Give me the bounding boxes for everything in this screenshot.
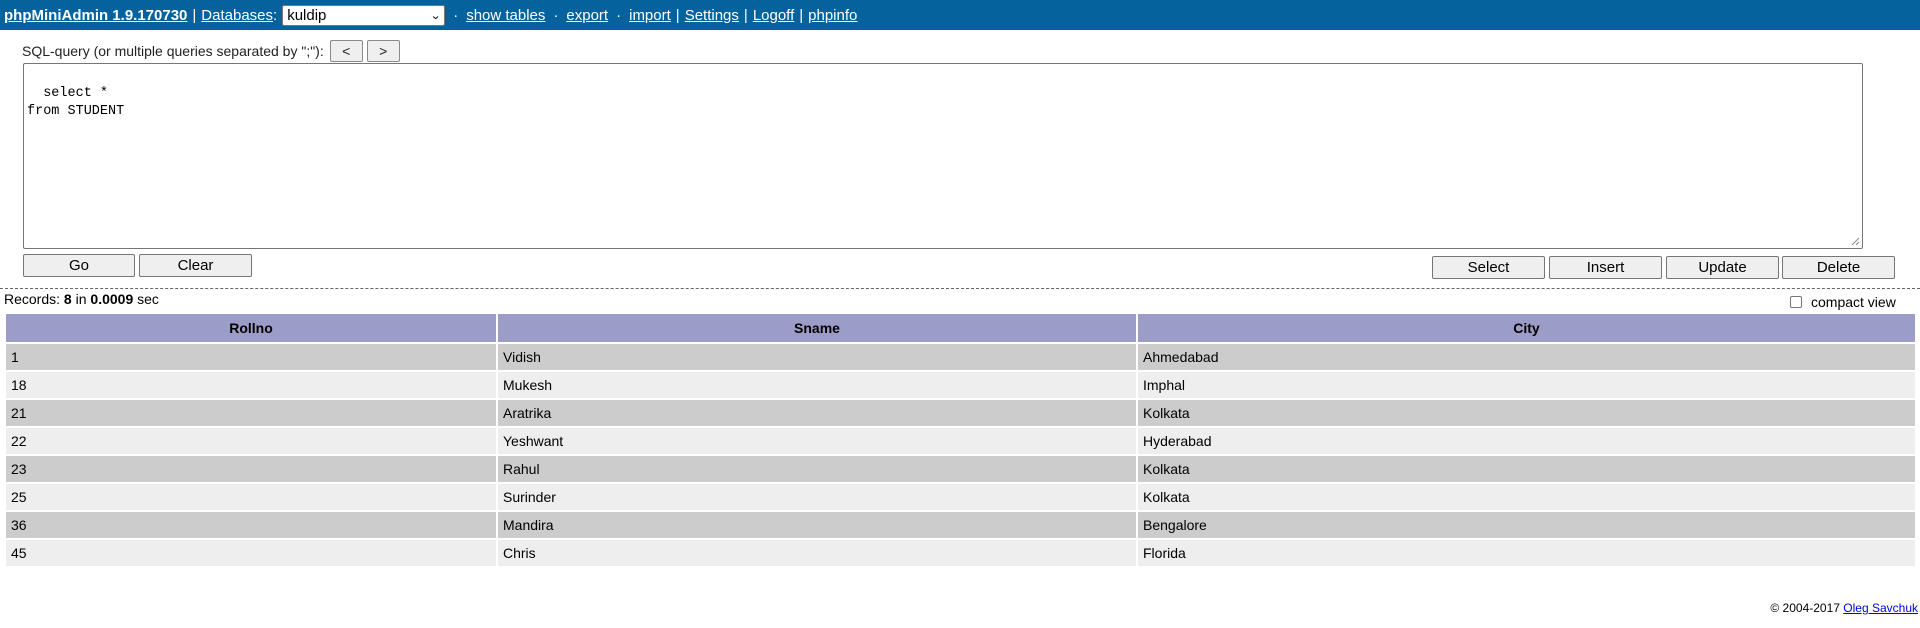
records-unit: sec xyxy=(137,291,159,307)
insert-button[interactable]: Insert xyxy=(1549,256,1662,279)
table-row: 22 Yeshwant Hyderabad xyxy=(6,428,1915,456)
cell-city: Hyderabad xyxy=(1138,428,1915,456)
column-header-city[interactable]: City xyxy=(1138,314,1915,344)
records-prefix: Records: xyxy=(4,291,61,307)
cell-city: Imphal xyxy=(1138,372,1915,400)
sql-query-bar: SQL-query (or multiple queries separated… xyxy=(22,40,400,62)
divider xyxy=(0,288,1920,289)
sql-query-label: SQL-query (or multiple queries separated… xyxy=(22,43,324,59)
cell-sname: Yeshwant xyxy=(498,428,1136,456)
update-button[interactable]: Update xyxy=(1666,256,1779,279)
separator: | xyxy=(192,6,197,24)
settings-link[interactable]: Settings xyxy=(685,7,739,24)
go-button[interactable]: Go xyxy=(23,254,135,277)
delete-button[interactable]: Delete xyxy=(1782,256,1895,279)
results-table: Rollno Sname City 1 Vidish Ahmedabad 18 … xyxy=(4,314,1917,568)
cell-rollno: 36 xyxy=(6,512,496,540)
select-button[interactable]: Select xyxy=(1432,256,1545,279)
database-select[interactable]: kuldip ⌄ xyxy=(282,4,446,26)
cell-rollno: 25 xyxy=(6,484,496,512)
logoff-link[interactable]: Logoff xyxy=(753,7,794,24)
cell-rollno: 45 xyxy=(6,540,496,568)
compact-view-checkbox[interactable] xyxy=(1790,296,1802,308)
brand-link[interactable]: phpMiniAdmin 1.9.170730 xyxy=(4,7,187,24)
separator: · xyxy=(553,6,559,24)
import-link[interactable]: import xyxy=(629,7,671,24)
cell-sname: Vidish xyxy=(498,344,1136,372)
copyright-text: © 2004-2017 xyxy=(1770,601,1840,615)
chevron-down-icon: ⌄ xyxy=(430,9,442,22)
next-query-button[interactable]: > xyxy=(366,40,400,62)
export-link[interactable]: export xyxy=(566,7,608,24)
cell-city: Kolkata xyxy=(1138,456,1915,484)
separator: | xyxy=(675,6,680,24)
column-header-rollno[interactable]: Rollno xyxy=(6,314,496,344)
top-nav-bar: phpMiniAdmin 1.9.170730 | Databases: kul… xyxy=(0,0,1920,30)
footer: © 2004-2017 Oleg Savchuk xyxy=(1770,601,1918,615)
cell-sname: Aratrika xyxy=(498,400,1136,428)
cell-rollno: 18 xyxy=(6,372,496,400)
author-link[interactable]: Oleg Savchuk xyxy=(1843,601,1918,615)
cell-city: Kolkata xyxy=(1138,484,1915,512)
clear-button[interactable]: Clear xyxy=(139,254,252,277)
table-row: 1 Vidish Ahmedabad xyxy=(6,344,1915,372)
separator: · xyxy=(616,6,622,24)
table-row: 45 Chris Florida xyxy=(6,540,1915,568)
cell-city: Florida xyxy=(1138,540,1915,568)
table-row: 25 Surinder Kolkata xyxy=(6,484,1915,512)
show-tables-link[interactable]: show tables xyxy=(466,7,545,24)
sql-query-textarea[interactable]: select * from STUDENT xyxy=(23,63,1863,249)
cell-city: Ahmedabad xyxy=(1138,344,1915,372)
records-summary: Records: 8 in 0.0009 sec xyxy=(4,291,159,307)
separator: | xyxy=(743,6,748,24)
resize-handle-icon[interactable] xyxy=(1850,236,1860,246)
cell-rollno: 1 xyxy=(6,344,496,372)
cell-rollno: 21 xyxy=(6,400,496,428)
previous-query-button[interactable]: < xyxy=(329,40,363,62)
cell-rollno: 22 xyxy=(6,428,496,456)
cell-rollno: 23 xyxy=(6,456,496,484)
records-time: 0.0009 xyxy=(90,291,134,307)
table-row: 18 Mukesh Imphal xyxy=(6,372,1915,400)
table-row: 36 Mandira Bengalore xyxy=(6,512,1915,540)
separator: | xyxy=(799,6,804,24)
table-row: 23 Rahul Kolkata xyxy=(6,456,1915,484)
cell-sname: Rahul xyxy=(498,456,1136,484)
compact-view-label: compact view xyxy=(1811,294,1896,310)
phpinfo-link[interactable]: phpinfo xyxy=(808,7,857,24)
records-count: 8 xyxy=(63,291,72,307)
table-row: 21 Aratrika Kolkata xyxy=(6,400,1915,428)
separator: · xyxy=(453,6,459,24)
cell-sname: Chris xyxy=(498,540,1136,568)
database-select-value: kuldip xyxy=(287,6,327,24)
cell-sname: Mukesh xyxy=(498,372,1136,400)
records-in: in xyxy=(75,291,87,307)
cell-sname: Surinder xyxy=(498,484,1136,512)
cell-sname: Mandira xyxy=(498,512,1136,540)
databases-link[interactable]: Databases xyxy=(201,7,273,24)
compact-view-toggle[interactable]: compact view xyxy=(1790,294,1896,310)
sql-query-text: select * from STUDENT xyxy=(27,86,125,119)
column-header-sname[interactable]: Sname xyxy=(498,314,1136,344)
table-header-row: Rollno Sname City xyxy=(6,314,1915,344)
colon: : xyxy=(273,6,278,24)
cell-city: Bengalore xyxy=(1138,512,1915,540)
cell-city: Kolkata xyxy=(1138,400,1915,428)
